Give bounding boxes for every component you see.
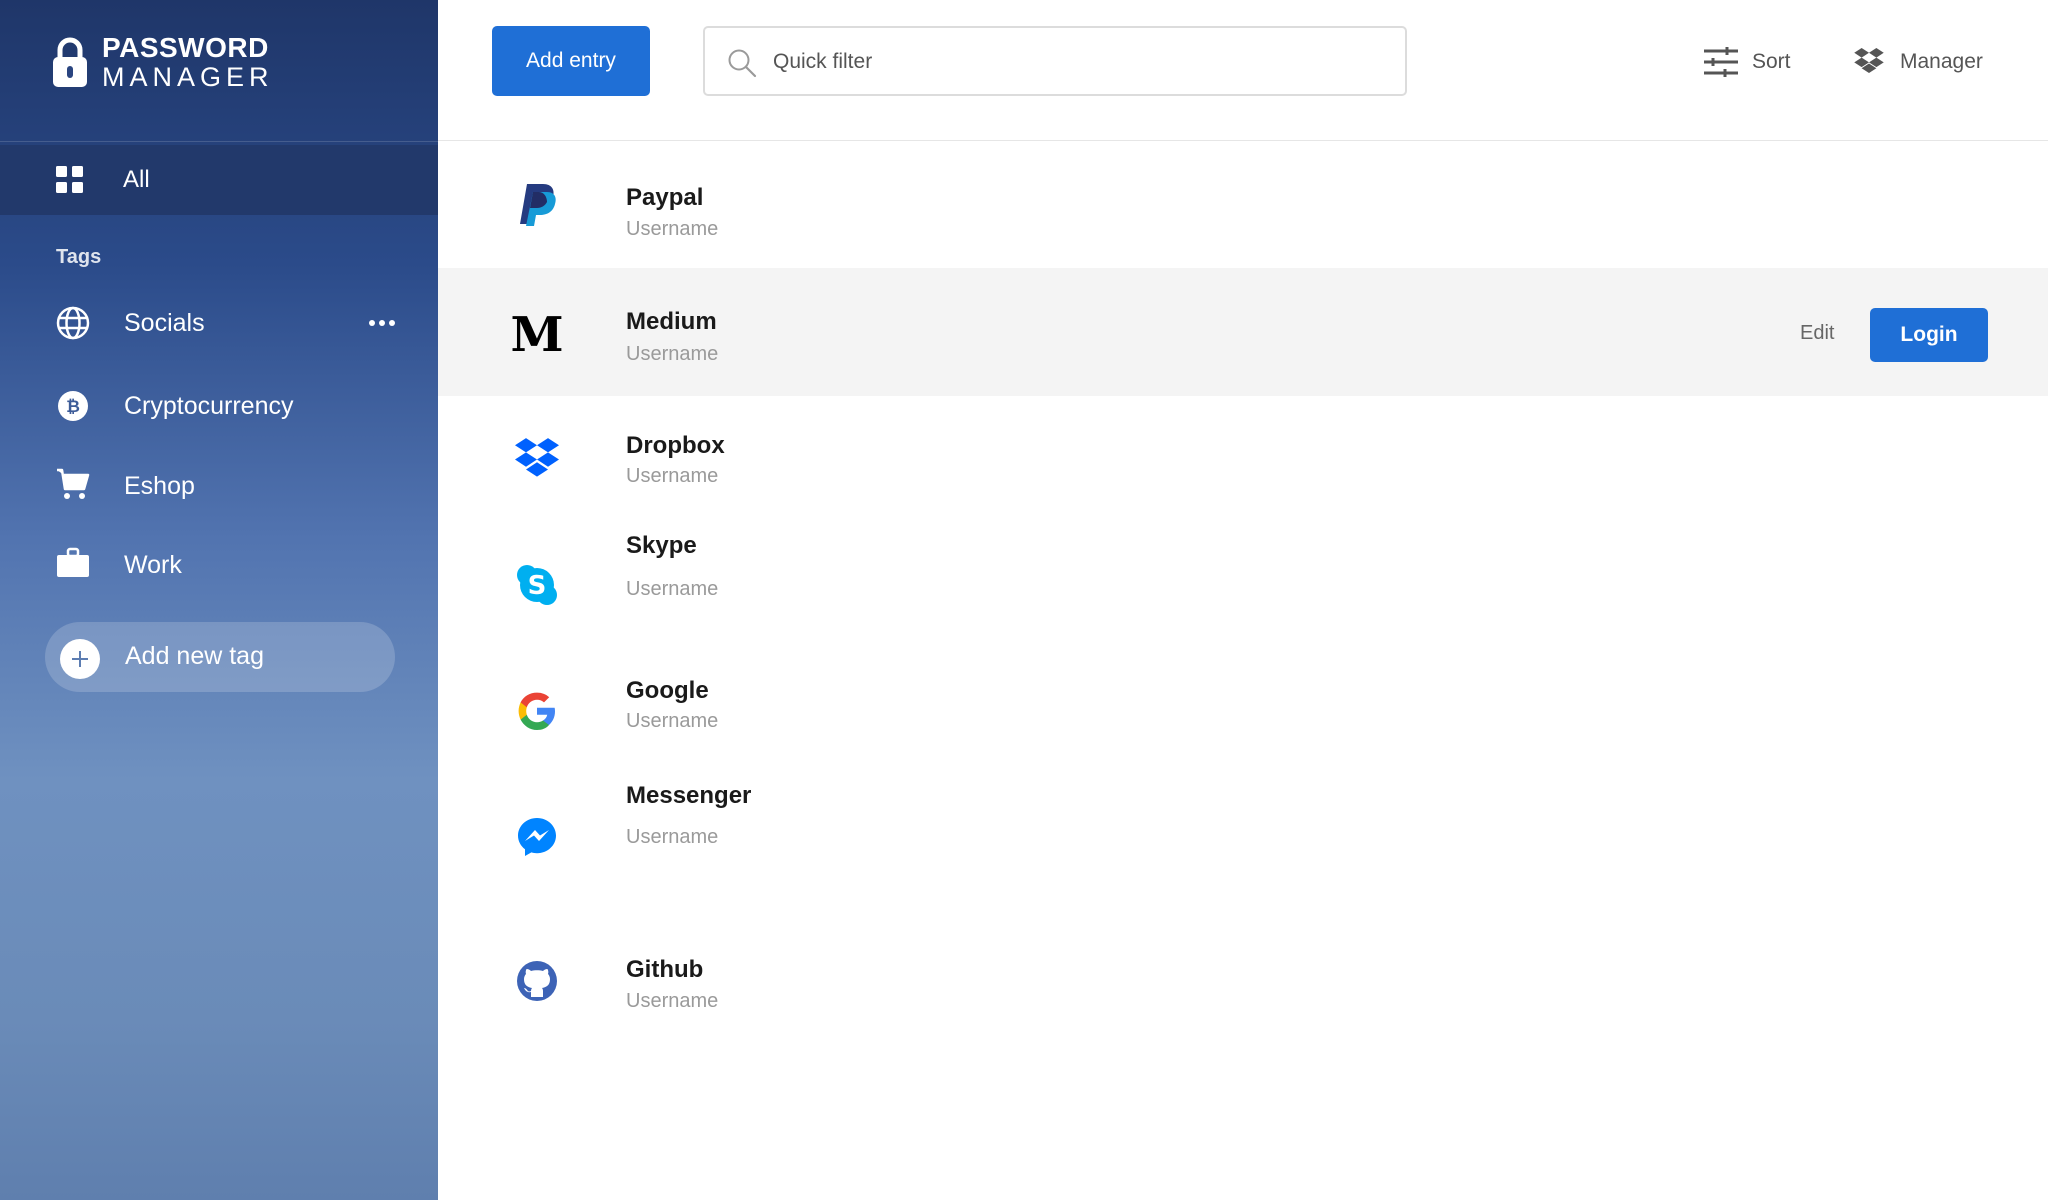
github-logo bbox=[512, 956, 562, 1006]
sidebar-item-eshop[interactable]: Eshop bbox=[0, 455, 438, 517]
svg-text:M: M bbox=[512, 309, 562, 357]
entries-list: Paypal Username M Medium Username Edit L… bbox=[438, 142, 2048, 1026]
sidebar-item-label: Work bbox=[124, 550, 182, 579]
list-item-dropbox[interactable]: Dropbox Username bbox=[438, 396, 2048, 522]
list-item-skype[interactable]: S Skype Username bbox=[438, 522, 2048, 648]
sort-button[interactable]: Sort bbox=[1704, 44, 1791, 80]
sidebar: PASSWORD MANAGER All Tags Socials ₿ Cryp… bbox=[0, 0, 438, 1200]
entry-username: Username bbox=[626, 710, 719, 732]
bitcoin-icon: ₿ bbox=[56, 389, 90, 423]
sidebar-item-socials[interactable]: Socials bbox=[0, 292, 438, 354]
add-new-tag-button[interactable]: Add new tag bbox=[45, 622, 395, 692]
sidebar-item-all[interactable]: All bbox=[0, 145, 438, 215]
sidebar-item-work[interactable]: Work bbox=[0, 534, 438, 596]
sliders-icon bbox=[1704, 45, 1738, 79]
lock-icon bbox=[53, 37, 87, 87]
plus-icon bbox=[60, 639, 100, 679]
sidebar-item-label: Socials bbox=[124, 308, 205, 337]
login-button[interactable]: Login bbox=[1870, 308, 1988, 362]
entry-name: Github bbox=[626, 956, 704, 983]
search-icon bbox=[728, 49, 757, 78]
entry-name: Medium bbox=[626, 308, 717, 335]
globe-icon bbox=[56, 306, 90, 340]
google-logo bbox=[512, 686, 562, 736]
svg-text:₿: ₿ bbox=[66, 397, 80, 417]
medium-logo: M bbox=[512, 308, 562, 358]
add-entry-button[interactable]: Add entry bbox=[492, 26, 650, 96]
entry-username: Username bbox=[626, 465, 719, 487]
list-item-github[interactable]: Github Username bbox=[438, 900, 2048, 1026]
sidebar-item-label: Eshop bbox=[124, 471, 195, 500]
tags-heading: Tags bbox=[56, 246, 102, 268]
list-item-google[interactable]: Google Username bbox=[438, 648, 2048, 774]
brand-name-line2: MANAGER bbox=[102, 61, 274, 92]
manager-label: Manager bbox=[1900, 50, 1983, 73]
manager-button[interactable]: Manager bbox=[1852, 44, 1983, 80]
sidebar-item-label: Cryptocurrency bbox=[124, 391, 294, 420]
sidebar-divider bbox=[0, 141, 438, 142]
quick-filter-field[interactable] bbox=[703, 26, 1407, 96]
list-item-paypal[interactable]: Paypal Username bbox=[438, 142, 2048, 268]
grid-icon bbox=[56, 166, 83, 193]
sort-label: Sort bbox=[1752, 50, 1791, 73]
briefcase-icon bbox=[56, 546, 90, 580]
brand-name-line1: PASSWORD bbox=[102, 31, 269, 63]
messenger-logo bbox=[512, 812, 562, 862]
app-window: PASSWORD MANAGER All Tags Socials ₿ Cryp… bbox=[0, 0, 2048, 1200]
dropbox-icon bbox=[1852, 45, 1886, 79]
svg-text:S: S bbox=[528, 571, 547, 601]
paypal-logo bbox=[512, 180, 562, 230]
entry-username: Username bbox=[626, 218, 719, 240]
more-options-icon[interactable] bbox=[366, 292, 398, 354]
entry-username: Username bbox=[626, 343, 719, 365]
entry-name: Paypal bbox=[626, 184, 704, 211]
toolbar: Add entry Sort bbox=[438, 0, 2048, 141]
entry-username: Username bbox=[626, 578, 719, 600]
sidebar-item-cryptocurrency[interactable]: ₿ Cryptocurrency bbox=[0, 375, 438, 437]
quick-filter-input[interactable] bbox=[773, 42, 1383, 82]
dropbox-logo bbox=[512, 434, 562, 484]
entry-name: Messenger bbox=[626, 782, 752, 809]
skype-logo: S bbox=[512, 560, 562, 610]
entry-name: Google bbox=[626, 677, 709, 704]
edit-button[interactable]: Edit bbox=[1800, 322, 1834, 345]
cart-icon bbox=[56, 467, 90, 501]
list-item-messenger[interactable]: Messenger Username bbox=[438, 774, 2048, 900]
entry-username: Username bbox=[626, 826, 719, 848]
brand-logo: PASSWORD MANAGER bbox=[52, 32, 274, 92]
entry-username: Username bbox=[626, 990, 719, 1012]
sidebar-item-label: All bbox=[123, 166, 150, 193]
entry-name: Skype bbox=[626, 532, 697, 559]
list-item-medium[interactable]: M Medium Username Edit Login bbox=[438, 268, 2048, 396]
entry-name: Dropbox bbox=[626, 432, 725, 459]
add-new-tag-label: Add new tag bbox=[125, 642, 264, 670]
